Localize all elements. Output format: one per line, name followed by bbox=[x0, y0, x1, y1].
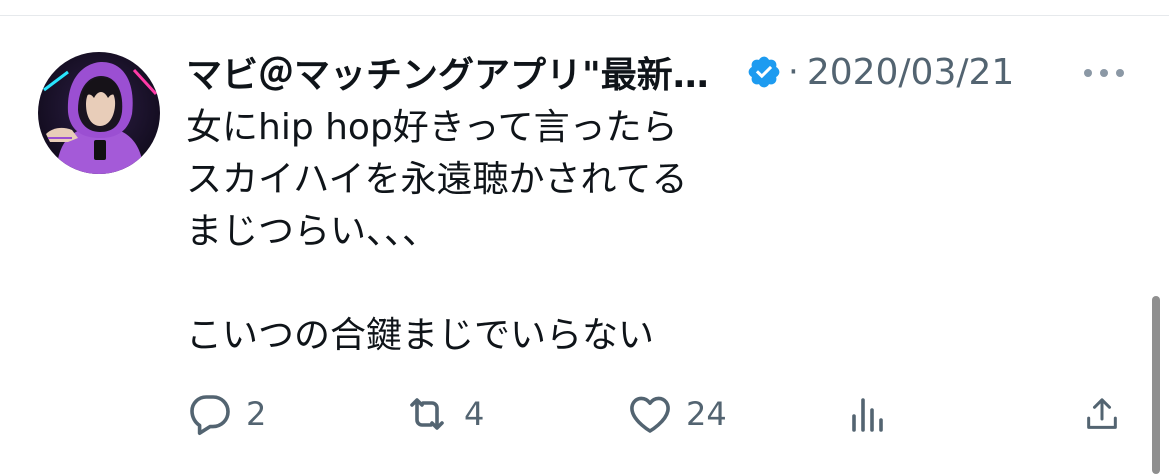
like-count: 24 bbox=[686, 395, 727, 433]
top-divider bbox=[0, 15, 1169, 16]
avatar[interactable] bbox=[38, 52, 160, 174]
avatar-image bbox=[38, 52, 160, 174]
display-name[interactable]: マビ＠マッチングアプリ"最新ネタ" bbox=[186, 46, 738, 98]
tweet-header: マビ＠マッチングアプリ"最新ネタ" · 2020/03/21 bbox=[186, 44, 1014, 100]
views-button[interactable] bbox=[844, 388, 892, 440]
tweet-text: 女にhip hop好きって言ったら スカイハイを永遠聴かされてる まじつらい、、… bbox=[186, 102, 1086, 362]
like-button[interactable]: 24 bbox=[626, 388, 727, 440]
verified-badge-icon bbox=[746, 54, 782, 90]
tweet-text-line: 女にhip hop好きって言ったら bbox=[186, 107, 678, 148]
tweet-text-line: こいつの合鍵まじでいらない bbox=[186, 315, 655, 356]
reply-icon bbox=[190, 395, 230, 435]
tweet-text-line: まじつらい、、、 bbox=[186, 211, 439, 252]
header-separator: · bbox=[788, 52, 799, 92]
scrollbar[interactable] bbox=[1152, 296, 1160, 474]
tweet-text-blank-line bbox=[186, 258, 1086, 310]
retweet-button[interactable]: 4 bbox=[402, 388, 484, 440]
retweet-count: 4 bbox=[464, 395, 485, 433]
share-button[interactable] bbox=[1082, 388, 1122, 440]
tweet-action-bar: 2 4 24 bbox=[0, 388, 1169, 440]
analytics-icon bbox=[852, 398, 883, 432]
reply-count: 2 bbox=[246, 395, 267, 433]
more-button[interactable] bbox=[1080, 55, 1128, 91]
retweet-icon bbox=[410, 398, 444, 430]
more-horizontal-icon bbox=[1084, 69, 1124, 77]
share-icon bbox=[1087, 398, 1117, 429]
tweet-date[interactable]: 2020/03/21 bbox=[807, 52, 1015, 93]
tweet-text-line: スカイハイを永遠聴かされてる bbox=[186, 159, 688, 200]
reply-button[interactable]: 2 bbox=[186, 388, 266, 440]
heart-icon bbox=[630, 396, 670, 433]
